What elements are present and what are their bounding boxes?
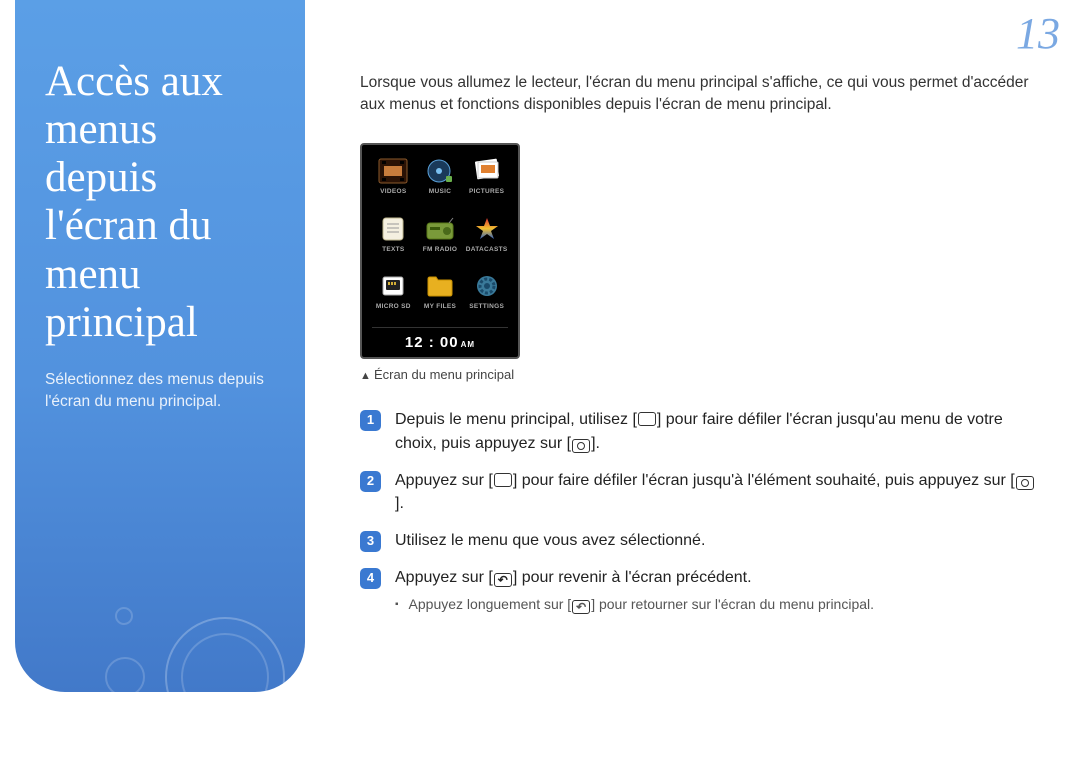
main-content: Lorsque vous allumez le lecteur, l'écran… bbox=[360, 72, 1040, 614]
step-badge: 3 bbox=[360, 531, 381, 552]
menu-videos: VIDEOS bbox=[372, 157, 415, 210]
sub-bullet-text: Appuyez longuement sur [↶] pour retourne… bbox=[409, 596, 874, 614]
nav-key-icon bbox=[638, 412, 656, 426]
step-badge: 4 bbox=[360, 568, 381, 589]
device-screen: VIDEOS MUSIC PICTURES bbox=[360, 143, 520, 359]
device-menu-grid: VIDEOS MUSIC PICTURES bbox=[372, 157, 508, 325]
menu-fmradio: FM RADIO bbox=[419, 215, 462, 268]
videos-icon bbox=[376, 157, 410, 185]
back-key-icon: ↶ bbox=[572, 600, 590, 614]
menu-texts: TEXTS bbox=[372, 215, 415, 268]
nav-key-icon bbox=[494, 473, 512, 487]
sub-bullet: Appuyez longuement sur [↶] pour retourne… bbox=[395, 596, 1040, 614]
step-2: 2 Appuyez sur [] pour faire défiler l'éc… bbox=[360, 469, 1040, 515]
steps-list: 1 Depuis le menu principal, utilisez [] … bbox=[360, 408, 1040, 613]
pictures-icon bbox=[470, 157, 504, 185]
music-icon bbox=[423, 157, 457, 185]
step-4: 4 Appuyez sur [↶] pour revenir à l'écran… bbox=[360, 566, 1040, 589]
step-badge: 2 bbox=[360, 471, 381, 492]
select-key-icon bbox=[572, 439, 590, 453]
device-clock: 12 : 00 AM bbox=[372, 327, 508, 351]
page-number: 13 bbox=[1016, 8, 1060, 59]
menu-microsd: MICRO SD bbox=[372, 272, 415, 325]
settings-icon bbox=[470, 272, 504, 300]
menu-myfiles: MY FILES bbox=[419, 272, 462, 325]
intro-paragraph: Lorsque vous allumez le lecteur, l'écran… bbox=[360, 72, 1040, 115]
microsd-icon bbox=[376, 272, 410, 300]
radio-icon bbox=[423, 215, 457, 243]
step-badge: 1 bbox=[360, 410, 381, 431]
datacasts-icon bbox=[470, 215, 504, 243]
sidebar-title: Accès aux menus depuis l'écran du menu p… bbox=[45, 58, 275, 347]
device-illustration-wrap: VIDEOS MUSIC PICTURES bbox=[360, 143, 1040, 382]
step-text: Appuyez sur [↶] pour revenir à l'écran p… bbox=[395, 566, 1040, 589]
device-caption: Écran du menu principal bbox=[360, 367, 1040, 382]
step-text: Appuyez sur [] pour faire défiler l'écra… bbox=[395, 469, 1040, 515]
texts-icon bbox=[376, 215, 410, 243]
step-3: 3 Utilisez le menu que vous avez sélecti… bbox=[360, 529, 1040, 552]
back-key-icon: ↶ bbox=[494, 573, 512, 587]
step-text: Depuis le menu principal, utilisez [] po… bbox=[395, 408, 1040, 454]
select-key-icon bbox=[1016, 476, 1034, 490]
menu-settings: SETTINGS bbox=[465, 272, 508, 325]
menu-datacasts: DATACASTS bbox=[465, 215, 508, 268]
sidebar: Accès aux menus depuis l'écran du menu p… bbox=[15, 0, 305, 692]
sidebar-subtitle: Sélectionnez des menus depuis l'écran du… bbox=[45, 369, 275, 414]
step-1: 1 Depuis le menu principal, utilisez [] … bbox=[360, 408, 1040, 454]
step-text: Utilisez le menu que vous avez sélection… bbox=[395, 529, 1040, 552]
menu-pictures: PICTURES bbox=[465, 157, 508, 210]
menu-music: MUSIC bbox=[419, 157, 462, 210]
folder-icon bbox=[423, 272, 457, 300]
